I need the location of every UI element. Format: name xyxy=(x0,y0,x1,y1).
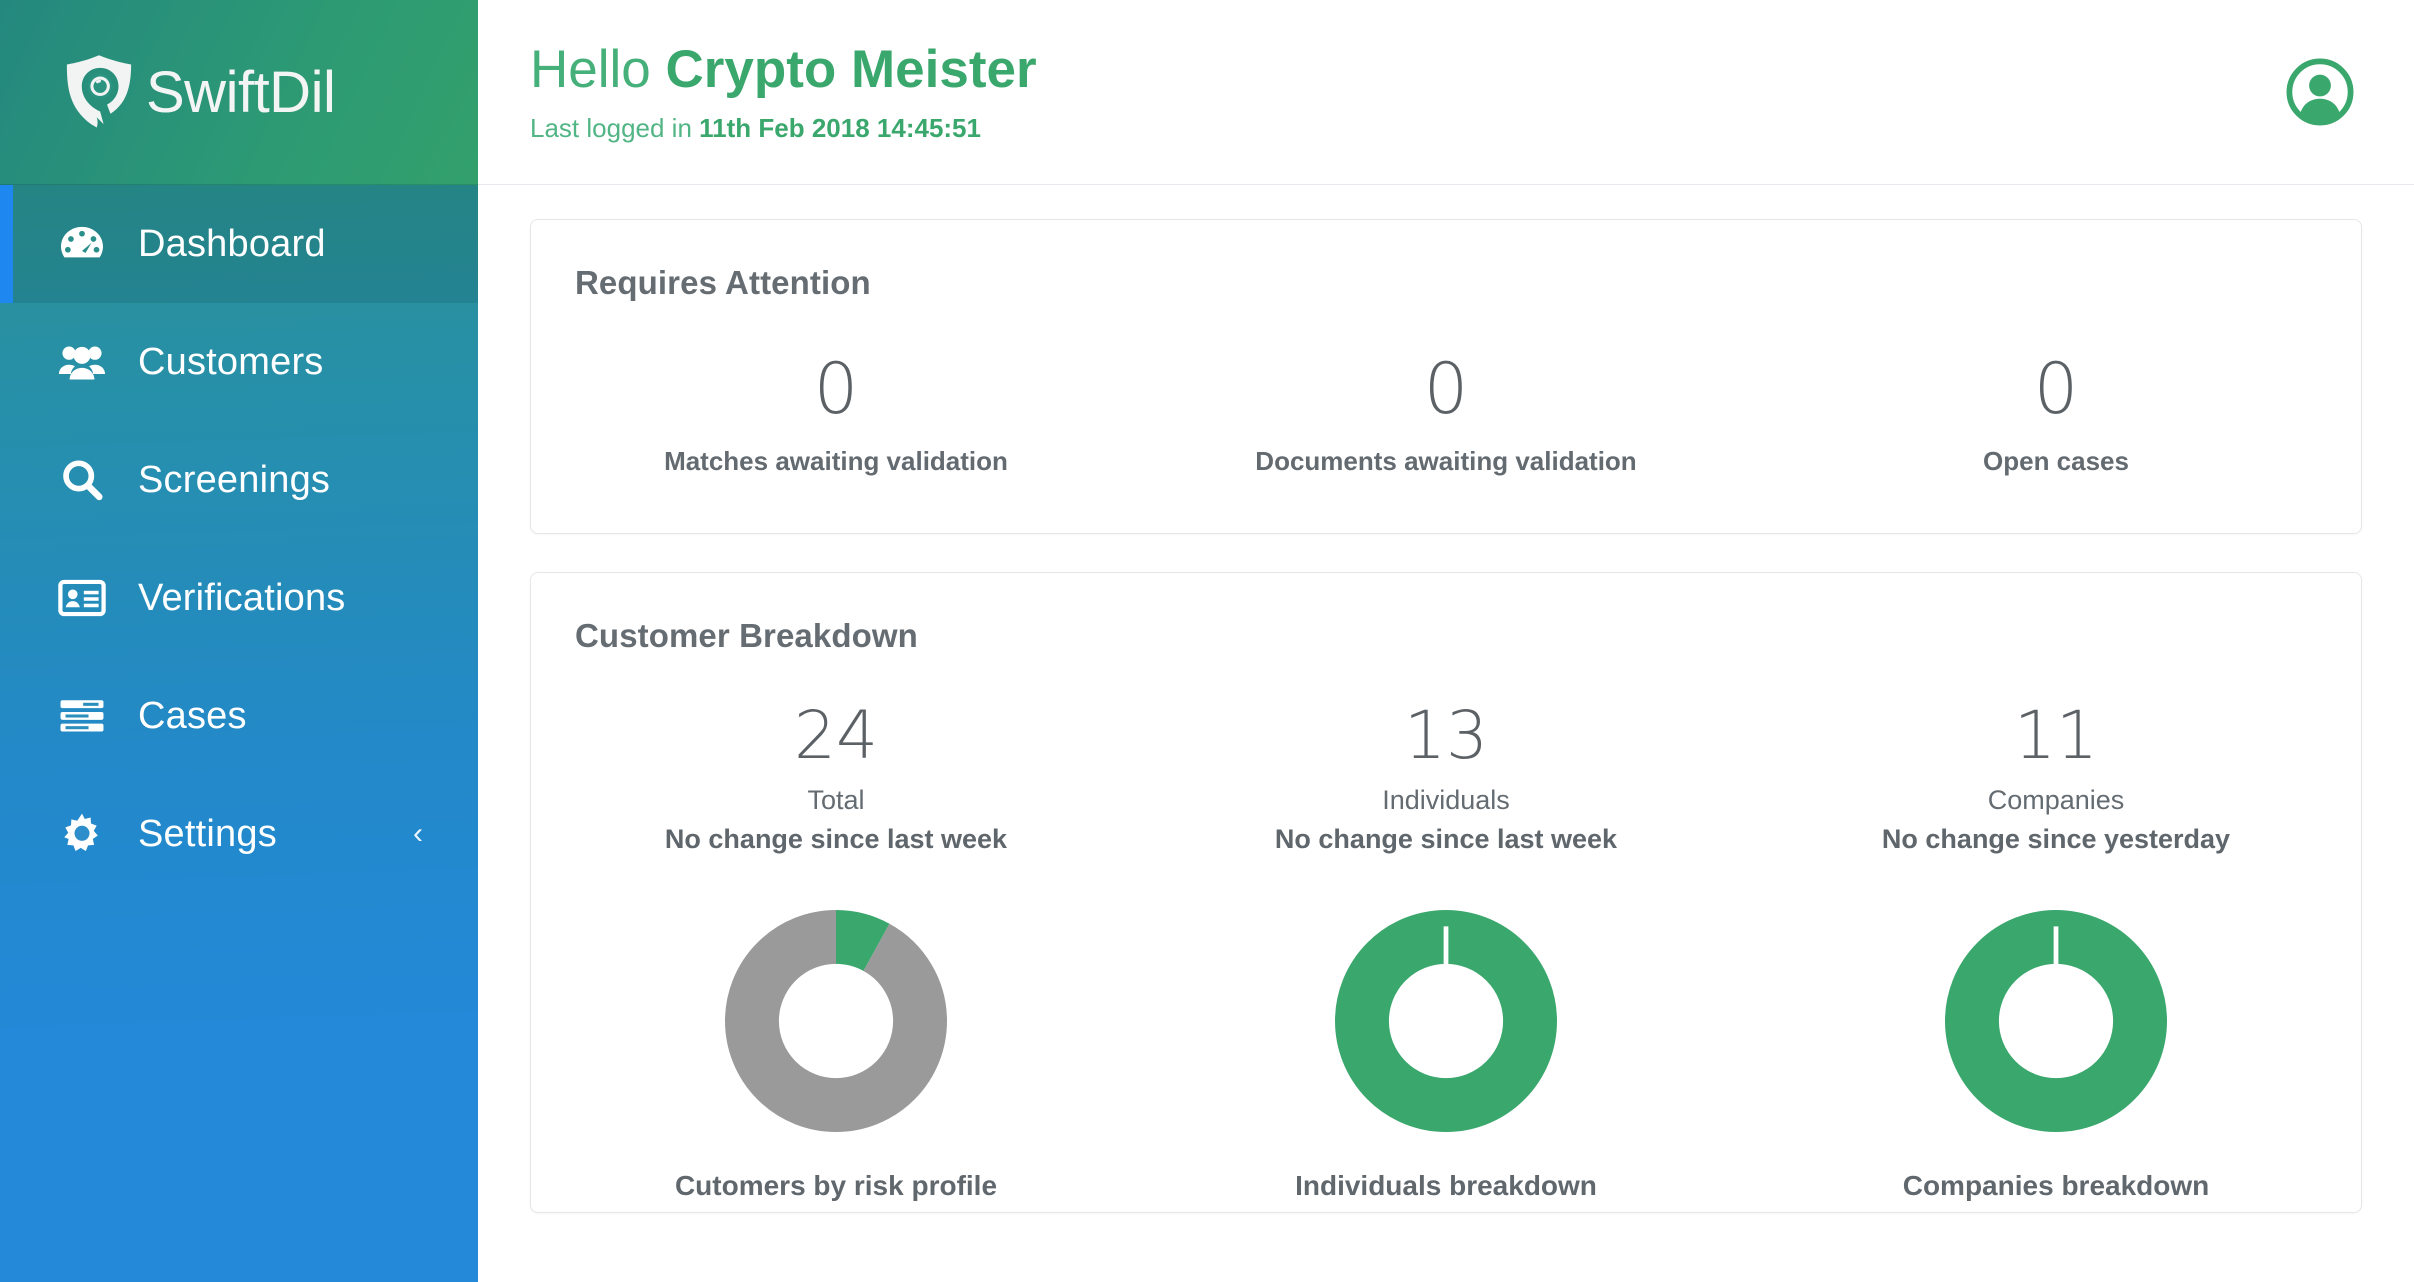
chart-companies-breakdown: Companies breakdown xyxy=(1751,910,2361,1202)
brand-logo[interactable]: SwiftDil xyxy=(0,0,478,185)
donut-chart-0[interactable] xyxy=(725,910,947,1132)
brand-name: SwiftDil xyxy=(146,59,336,125)
search-magnifier-icon xyxy=(56,454,108,506)
sidebar-nav: Dashboard Customers Screenings Verificat… xyxy=(0,185,478,893)
sidebar-item-label: Dashboard xyxy=(138,222,326,265)
stat-label: Documents awaiting validation xyxy=(1255,446,1637,476)
card-title: Customer Breakdown xyxy=(575,617,918,654)
last-login: Last logged in 11th Feb 2018 14:45:51 xyxy=(530,113,1037,144)
requires-attention-card: Requires Attention 0 Matches awaiting va… xyxy=(530,219,2362,534)
stat-value: 11 xyxy=(2014,697,2098,774)
customer-breakdown-stats: 24 Total No change since last week 13 In… xyxy=(531,655,2361,855)
stat-label: Individuals xyxy=(1382,785,1510,815)
customer-breakdown-card: Customer Breakdown 24 Total No change si… xyxy=(530,572,2362,1213)
user-name: Crypto Meister xyxy=(665,40,1037,100)
card-title: Requires Attention xyxy=(575,264,871,301)
stat-companies: 11 Companies No change since yesterday xyxy=(1751,703,2361,855)
sidebar-item-label: Customers xyxy=(138,340,324,383)
chart-individuals-breakdown: Individuals breakdown xyxy=(1141,910,1751,1202)
id-card-icon xyxy=(56,572,108,624)
stat-change: No change since last week xyxy=(664,824,1008,854)
stat-change: No change since yesterday xyxy=(1881,824,2231,854)
swiftdil-shield-magnifier-logo-icon xyxy=(62,53,136,131)
main-area: Hello Crypto Meister Last logged in 11th… xyxy=(478,0,2414,1282)
list-bars-icon xyxy=(56,690,108,742)
app-root: SwiftDil Dashboard Customers Screenings … xyxy=(0,0,2414,1282)
stat-open-cases: 0 Open cases xyxy=(1751,354,2361,477)
sidebar-item-label: Settings xyxy=(138,812,277,855)
donut-chart-1[interactable] xyxy=(1335,910,1557,1132)
stat-value: 24 xyxy=(794,697,878,774)
sidebar-item-label: Cases xyxy=(138,694,247,737)
stat-label: Companies xyxy=(1987,785,2125,815)
chart-caption: Individuals breakdown xyxy=(1295,1170,1597,1201)
chart-customers-by-risk-profile: Cutomers by risk profile xyxy=(531,910,1141,1202)
stat-total: 24 Total No change since last week xyxy=(531,703,1141,855)
stat-label: Total xyxy=(807,785,865,815)
sidebar-item-verifications[interactable]: Verifications xyxy=(0,539,478,657)
top-header: Hello Crypto Meister Last logged in 11th… xyxy=(478,0,2414,185)
greeting-prefix: Hello xyxy=(530,40,651,100)
sidebar-item-cases[interactable]: Cases xyxy=(0,657,478,775)
last-login-value: 11th Feb 2018 14:45:51 xyxy=(699,112,981,143)
stat-value: 0 xyxy=(813,348,859,430)
chart-caption: Companies breakdown xyxy=(1902,1170,2210,1201)
stat-value: 0 xyxy=(1423,348,1469,430)
sidebar-item-label: Screenings xyxy=(138,458,331,501)
user-avatar-icon[interactable] xyxy=(2286,58,2354,126)
stat-individuals: 13 Individuals No change since last week xyxy=(1141,703,1751,855)
stat-value: 13 xyxy=(1404,697,1488,774)
requires-attention-stats: 0 Matches awaiting validation 0 Document… xyxy=(531,302,2361,533)
stat-matches-awaiting-validation: 0 Matches awaiting validation xyxy=(531,354,1141,477)
dashboard-gauge-icon xyxy=(56,218,108,270)
sidebar-item-label: Verifications xyxy=(138,576,346,619)
page-title: Hello Crypto Meister xyxy=(530,40,1037,101)
gear-cog-icon xyxy=(56,808,108,860)
sidebar-item-customers[interactable]: Customers xyxy=(0,303,478,421)
chart-caption: Cutomers by risk profile xyxy=(674,1170,998,1201)
stat-documents-awaiting-validation: 0 Documents awaiting validation xyxy=(1141,354,1751,477)
sidebar-item-settings[interactable]: Settings ‹ xyxy=(0,775,478,893)
sidebar-item-dashboard[interactable]: Dashboard xyxy=(0,185,478,303)
sidebar: SwiftDil Dashboard Customers Screenings … xyxy=(0,0,478,1282)
last-login-prefix: Last logged in xyxy=(530,112,692,143)
stat-label: Matches awaiting validation xyxy=(664,446,1008,476)
stat-change: No change since last week xyxy=(1274,824,1618,854)
stat-label: Open cases xyxy=(1983,446,2129,476)
donut-chart-2[interactable] xyxy=(1945,910,2167,1132)
header-text-block: Hello Crypto Meister Last logged in 11th… xyxy=(530,40,1037,144)
dashboard-content: Requires Attention 0 Matches awaiting va… xyxy=(478,185,2414,1282)
stat-value: 0 xyxy=(2033,348,2079,430)
customer-breakdown-charts: Cutomers by risk profile Individuals bre… xyxy=(531,855,2361,1212)
users-group-icon xyxy=(56,336,108,388)
sidebar-item-screenings[interactable]: Screenings xyxy=(0,421,478,539)
chevron-left-icon[interactable]: ‹ xyxy=(413,819,423,849)
